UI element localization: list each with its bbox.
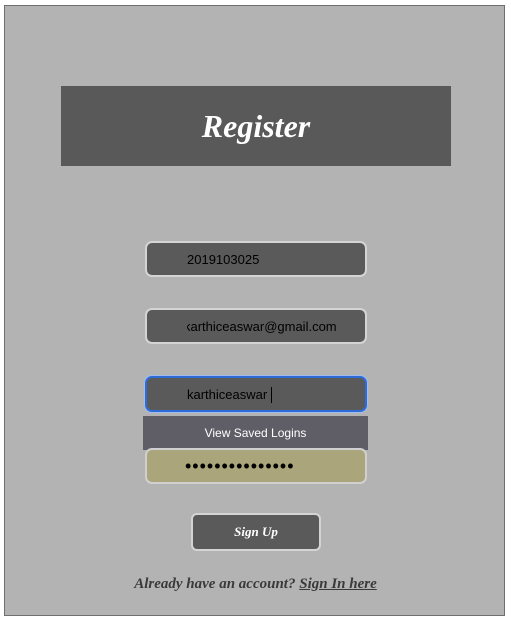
password-field-wrapper [145, 448, 367, 484]
sign-up-button[interactable]: Sign Up [191, 513, 321, 551]
username-field[interactable] [147, 378, 365, 410]
sign-in-link[interactable]: Sign In here [299, 576, 377, 592]
view-saved-logins-option[interactable]: View Saved Logins [143, 416, 368, 450]
page-header: Register [61, 86, 451, 166]
username-field-wrapper [145, 376, 367, 412]
signin-prompt: Already have an account? Sign In here [5, 576, 506, 593]
register-page: Register View Saved Logins Sign Up Alrea… [4, 5, 505, 616]
id-field[interactable] [147, 243, 365, 275]
password-field[interactable] [147, 450, 365, 482]
signin-prompt-text: Already have an account? [134, 576, 296, 592]
id-field-wrapper [145, 241, 367, 277]
page-title: Register [201, 107, 311, 144]
email-field[interactable] [147, 310, 365, 342]
text-cursor [271, 387, 272, 403]
email-field-wrapper [145, 308, 367, 344]
